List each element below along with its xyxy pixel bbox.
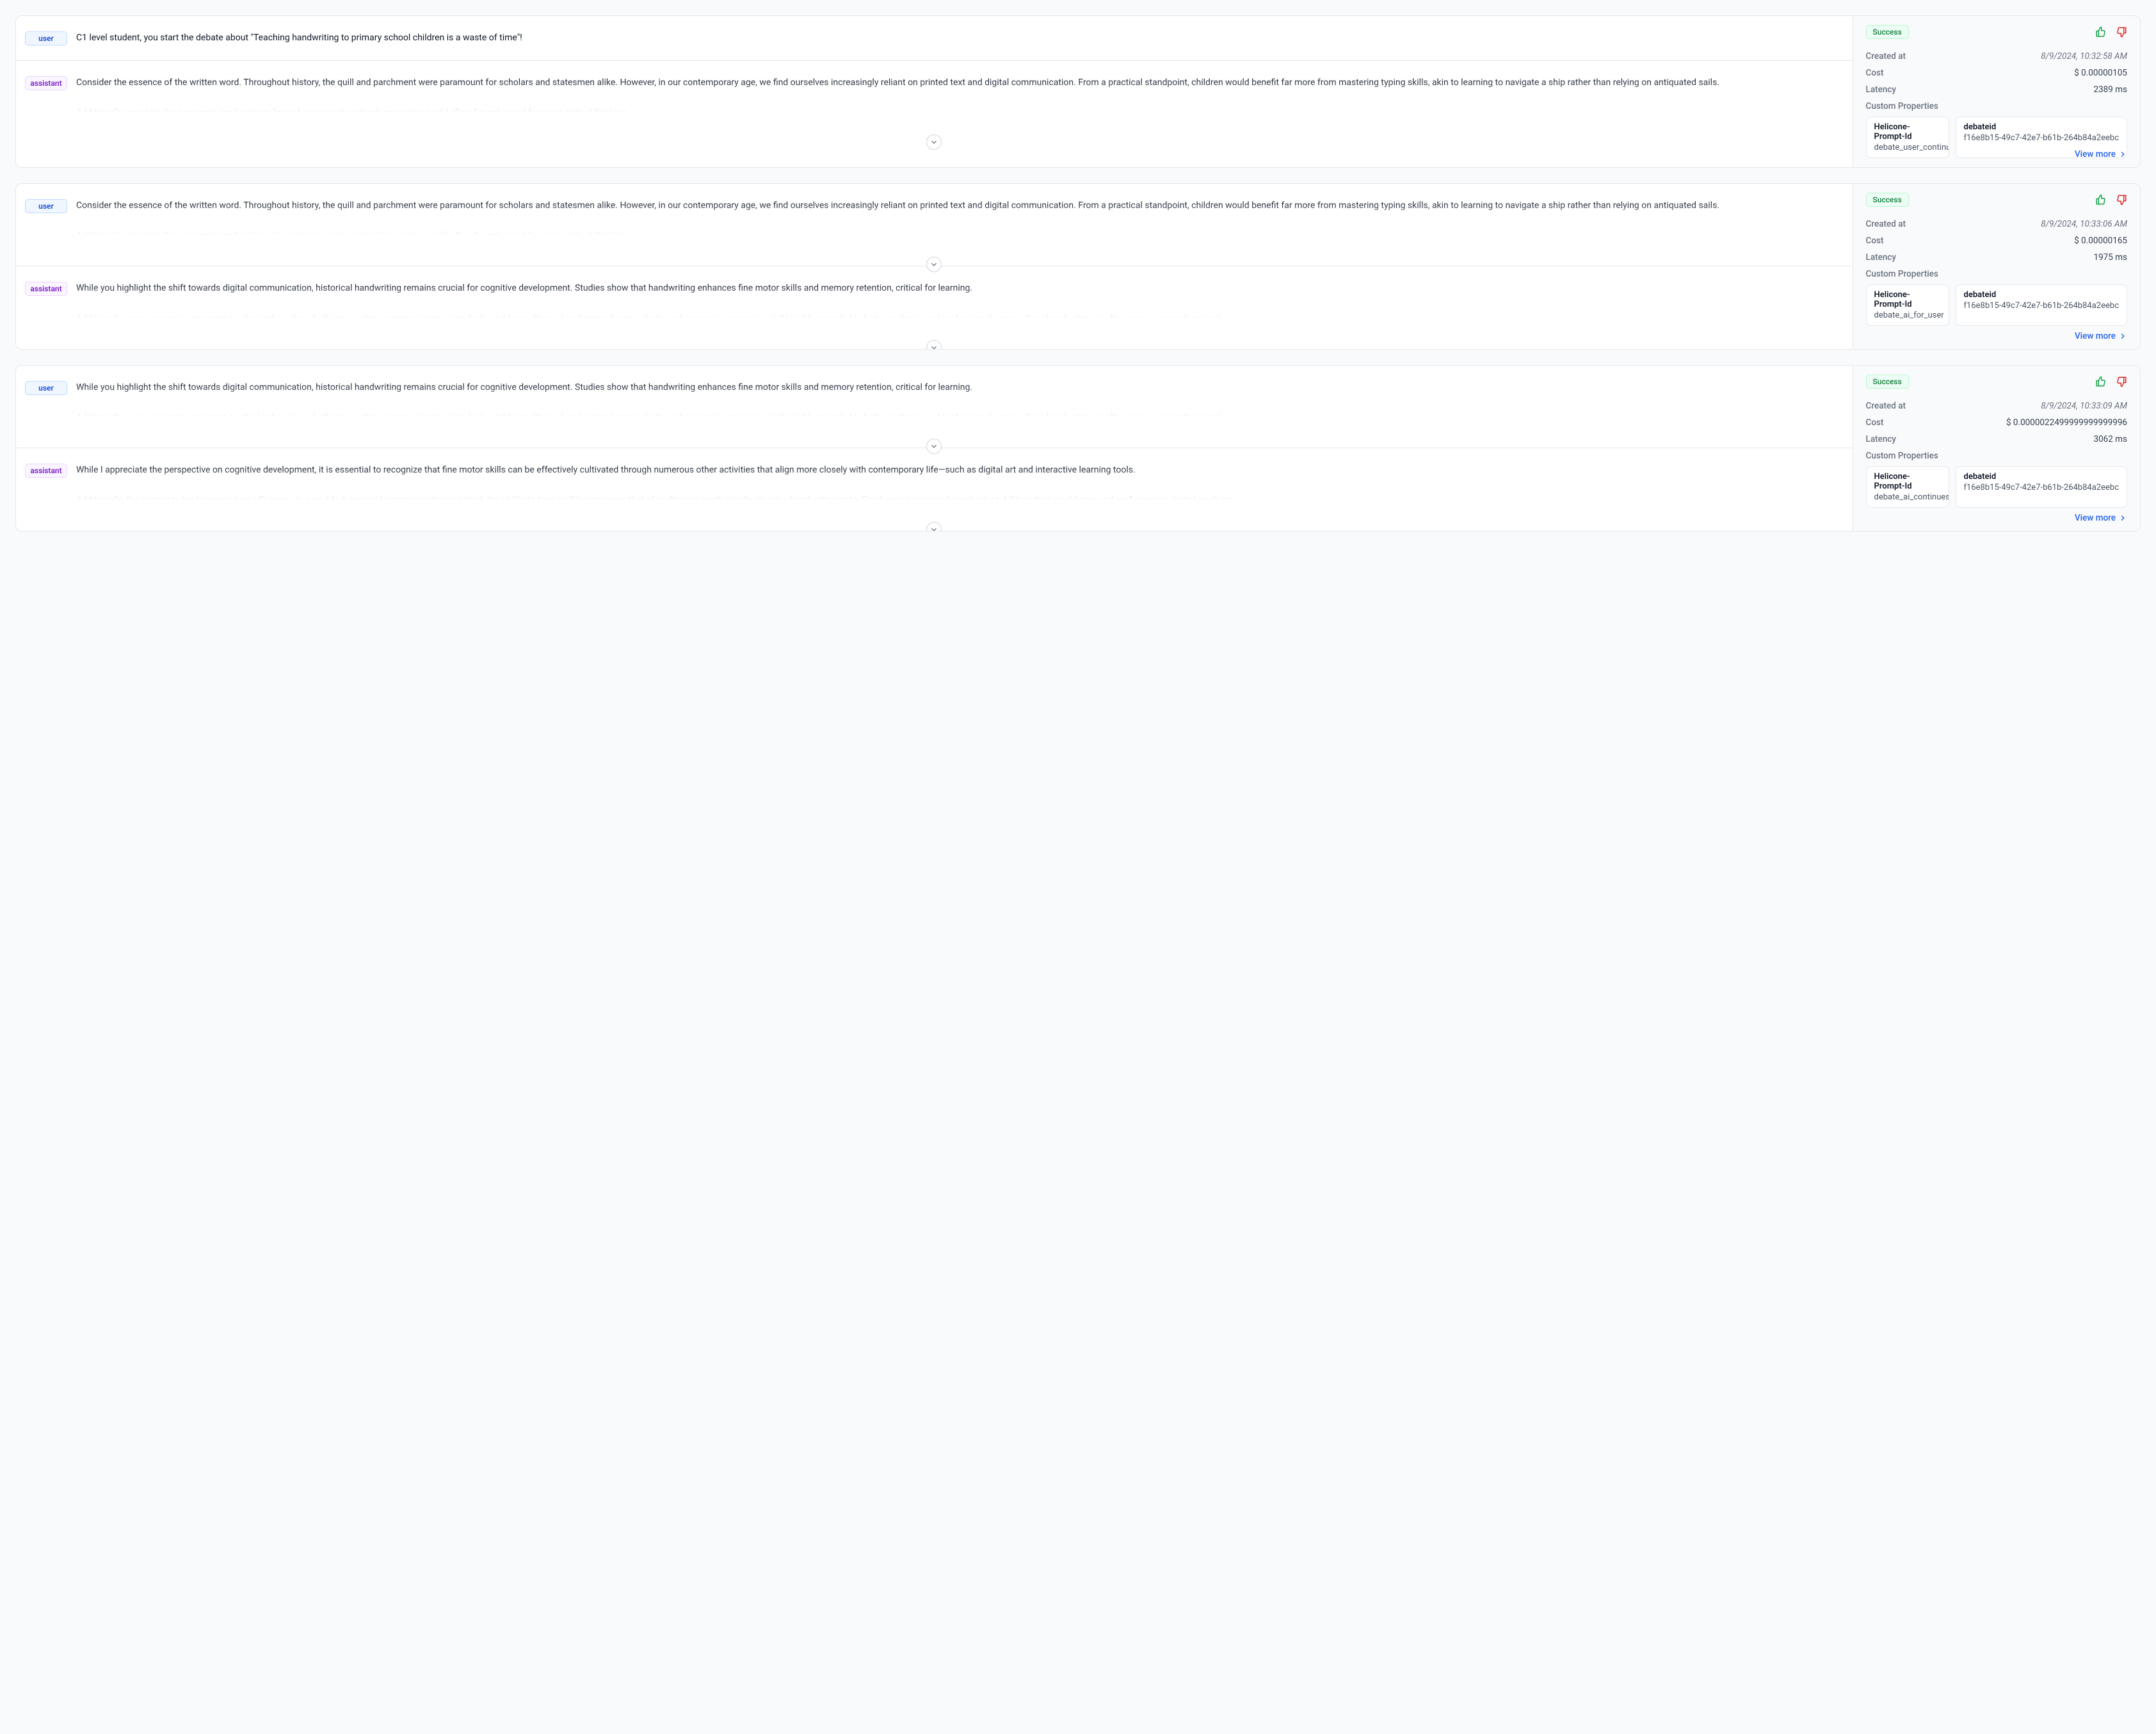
cost-label: Cost xyxy=(1866,236,1884,246)
latency-label: Latency xyxy=(1866,252,1896,263)
role-badge-user: user xyxy=(25,199,67,213)
prop-key: Helicone-Prompt-Id xyxy=(1874,290,1941,309)
created-at-label: Created at xyxy=(1866,401,1906,411)
created-at-value: 8/9/2024, 10:33:06 AM xyxy=(2041,219,2127,229)
prop-key: debateid xyxy=(1964,122,2119,132)
cost-value: $ 0.0000022499999999999996 xyxy=(2006,417,2127,428)
prop-key: Helicone-Prompt-Id xyxy=(1874,122,1941,142)
created-at-value: 8/9/2024, 10:32:58 AM xyxy=(2041,51,2127,61)
created-at-label: Created at xyxy=(1866,219,1906,229)
expand-button[interactable] xyxy=(926,134,942,150)
latency-label: Latency xyxy=(1866,85,1896,95)
custom-properties-heading: Custom Properties xyxy=(1866,269,2127,279)
chevron-down-icon xyxy=(929,260,938,269)
metadata-panel: Success Created at8/9/2024, 10:33:09 AM … xyxy=(1853,366,2140,531)
message-body: While I appreciate the perspective on co… xyxy=(76,462,1837,508)
expand-button[interactable] xyxy=(926,340,942,350)
chevron-down-icon xyxy=(929,343,938,350)
message-text: While you highlight the shift towards di… xyxy=(76,380,1837,426)
chevron-right-icon xyxy=(2118,332,2127,341)
view-more-link[interactable]: View more xyxy=(2075,331,2127,341)
latency-label: Latency xyxy=(1866,434,1896,444)
message-text: Consider the essence of the written word… xyxy=(76,198,1837,244)
custom-property: debateid f16e8b15-49c7-42e7-b61b-264b84a… xyxy=(1956,284,2127,326)
metadata-panel: Success Created at8/9/2024, 10:32:58 AM … xyxy=(1853,16,2140,167)
message-row: user While you highlight the shift towar… xyxy=(16,366,1853,448)
cost-value: $ 0.00000105 xyxy=(2074,68,2127,78)
custom-properties-heading: Custom Properties xyxy=(1866,451,2127,461)
message-body: Consider the essence of the written word… xyxy=(76,198,1837,244)
cost-label: Cost xyxy=(1866,68,1884,78)
request-card: user While you highlight the shift towar… xyxy=(15,365,2141,531)
message-row: assistant Consider the essence of the wr… xyxy=(16,60,1853,143)
custom-property: Helicone-Prompt-Id debate_ai_continues xyxy=(1866,466,1949,508)
role-badge-assistant: assistant xyxy=(25,76,67,90)
latency-value: 1975 ms xyxy=(2093,252,2127,263)
chevron-down-icon xyxy=(929,138,938,147)
prop-value: f16e8b15-49c7-42e7-b61b-264b84a2eebc xyxy=(1964,483,2119,492)
thumbs-up-icon[interactable] xyxy=(2095,26,2107,38)
message-text: Consider the essence of the written word… xyxy=(76,75,1837,121)
messages-panel: user While you highlight the shift towar… xyxy=(16,366,1853,531)
messages-panel: user Consider the essence of the written… xyxy=(16,184,1853,349)
expand-button[interactable] xyxy=(926,522,942,531)
message-row: user Consider the essence of the written… xyxy=(16,184,1853,266)
custom-property: Helicone-Prompt-Id debate_ai_for_user xyxy=(1866,284,1949,326)
latency-value: 2389 ms xyxy=(2093,85,2127,95)
prop-value: debate_user_continues xyxy=(1874,143,1941,152)
cost-label: Cost xyxy=(1866,417,1884,428)
message-body: Consider the essence of the written word… xyxy=(76,75,1837,121)
prop-key: Helicone-Prompt-Id xyxy=(1874,472,1941,491)
messages-panel: user C1 level student, you start the deb… xyxy=(16,16,1853,167)
created-at-value: 8/9/2024, 10:33:09 AM xyxy=(2041,401,2127,411)
view-more-link[interactable]: View more xyxy=(2075,513,2127,523)
message-row: user C1 level student, you start the deb… xyxy=(16,16,1853,60)
message-body: While you highlight the shift towards di… xyxy=(76,280,1837,327)
message-text: C1 level student, you start the debate a… xyxy=(76,30,1837,46)
message-row: assistant While you highlight the shift … xyxy=(16,266,1853,348)
chevron-right-icon xyxy=(2118,150,2127,159)
role-badge-assistant: assistant xyxy=(25,464,67,478)
expand-button[interactable] xyxy=(926,439,942,454)
message-body: While you highlight the shift towards di… xyxy=(76,380,1837,426)
prop-value: f16e8b15-49c7-42e7-b61b-264b84a2eebc xyxy=(1964,301,2119,311)
thumbs-up-icon[interactable] xyxy=(2095,376,2107,387)
status-badge: Success xyxy=(1866,25,1909,39)
thumbs-down-icon[interactable] xyxy=(2116,194,2127,206)
role-badge-user: user xyxy=(25,381,67,395)
message-text: While I appreciate the perspective on co… xyxy=(76,462,1837,508)
status-badge: Success xyxy=(1866,193,1909,207)
role-badge-user: user xyxy=(25,31,67,45)
custom-property: debateid f16e8b15-49c7-42e7-b61b-264b84a… xyxy=(1956,466,2127,508)
custom-properties-heading: Custom Properties xyxy=(1866,101,2127,111)
metadata-panel: Success Created at8/9/2024, 10:33:06 AM … xyxy=(1853,184,2140,349)
view-more-link[interactable]: View more xyxy=(2075,149,2127,159)
prop-value: f16e8b15-49c7-42e7-b61b-264b84a2eebc xyxy=(1964,133,2119,143)
request-card: user Consider the essence of the written… xyxy=(15,183,2141,350)
message-row: assistant While I appreciate the perspec… xyxy=(16,448,1853,530)
role-badge-assistant: assistant xyxy=(25,282,67,296)
expand-button[interactable] xyxy=(926,257,942,272)
chevron-right-icon xyxy=(2118,514,2127,523)
prop-key: debateid xyxy=(1964,472,2119,482)
prop-value: debate_ai_for_user xyxy=(1874,311,1941,320)
cost-value: $ 0.00000165 xyxy=(2074,236,2127,246)
message-text: While you highlight the shift towards di… xyxy=(76,280,1837,327)
status-badge: Success xyxy=(1866,375,1909,389)
custom-property: Helicone-Prompt-Id debate_user_continues xyxy=(1866,117,1949,158)
prop-key: debateid xyxy=(1964,290,2119,300)
latency-value: 3062 ms xyxy=(2093,434,2127,444)
prop-value: debate_ai_continues xyxy=(1874,492,1941,502)
request-card: user C1 level student, you start the deb… xyxy=(15,15,2141,168)
created-at-label: Created at xyxy=(1866,51,1906,61)
chevron-down-icon xyxy=(929,525,938,531)
thumbs-up-icon[interactable] xyxy=(2095,194,2107,206)
thumbs-down-icon[interactable] xyxy=(2116,26,2127,38)
thumbs-down-icon[interactable] xyxy=(2116,376,2127,387)
chevron-down-icon xyxy=(929,442,938,451)
